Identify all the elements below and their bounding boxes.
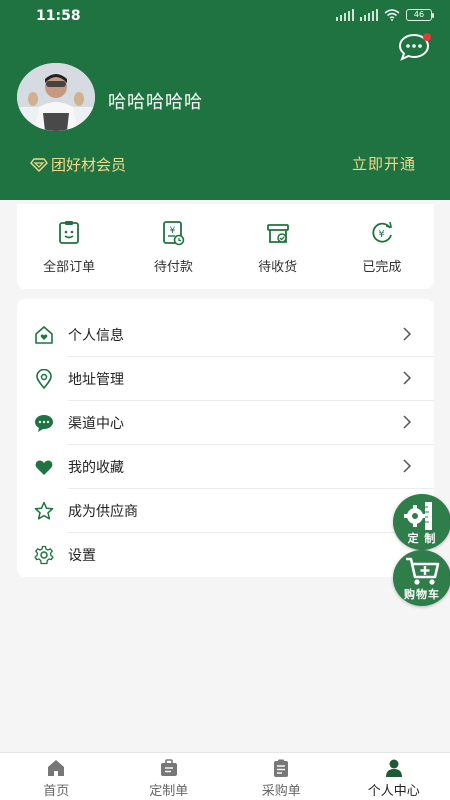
membership-text: 团好材会员 (51, 156, 127, 174)
orders-card: 全部订单 ¥ 待付款 待收货 ¥ 已完成 (17, 204, 434, 289)
chat-bubble-icon (35, 415, 53, 432)
status-bar: 11:58 46 (0, 0, 450, 34)
star-icon (34, 501, 54, 520)
wifi-icon (384, 9, 400, 21)
menu-card: 个人信息 地址管理 渠道中心 我的收藏 成为供应商 设置 (17, 299, 434, 577)
menu-item-channel[interactable]: 渠道中心 (17, 401, 434, 445)
cart-float-button[interactable]: 购物车 (393, 550, 450, 606)
clipboard-face-icon (59, 221, 80, 244)
chevron-right-icon (403, 327, 412, 341)
chevron-right-icon (403, 459, 412, 473)
order-unpaid-button[interactable]: ¥ 待付款 (121, 204, 225, 289)
menu-label: 渠道中心 (68, 416, 124, 432)
order-completed-button[interactable]: ¥ 已完成 (330, 204, 434, 289)
home-heart-icon (35, 326, 53, 344)
menu-item-personal-info[interactable]: 个人信息 (17, 313, 434, 357)
open-membership-button[interactable]: 立即开通 (352, 153, 416, 174)
order-to-receive-button[interactable]: 待收货 (226, 204, 330, 289)
cart-plus-icon (406, 557, 440, 585)
order-completed-label: 已完成 (362, 260, 402, 275)
chevron-right-icon (403, 415, 412, 429)
box-check-icon (266, 224, 289, 243)
signal-icon (336, 9, 354, 21)
gear-icon (34, 545, 54, 565)
customize-label: 定 制 (407, 532, 437, 545)
battery-icon: 46 (406, 9, 434, 21)
chevron-right-icon (403, 371, 412, 385)
order-all-label: 全部订单 (43, 260, 96, 275)
heart-icon (35, 460, 53, 475)
signal-icon-2 (360, 9, 378, 21)
notification-dot (423, 33, 431, 41)
menu-item-settings[interactable]: 设置 (17, 533, 434, 577)
tab-label: 首页 (43, 784, 70, 799)
clipboard-list-icon (274, 759, 289, 777)
profile-header: 11:58 46 哈哈哈哈哈 团好材会员 立即开通 (0, 0, 450, 200)
menu-item-address[interactable]: 地址管理 (17, 357, 434, 401)
cart-label: 购物车 (404, 588, 440, 601)
svg-text:¥: ¥ (170, 226, 176, 236)
customize-float-button[interactable]: 定 制 (393, 494, 450, 550)
tab-label: 采购单 (261, 784, 301, 799)
svg-text:¥: ¥ (378, 229, 384, 240)
order-to-receive-label: 待收货 (258, 260, 298, 275)
menu-label: 地址管理 (68, 372, 124, 388)
avatar[interactable] (17, 63, 95, 131)
membership-label: 团好材会员 (30, 154, 126, 175)
tab-purchase-orders[interactable]: 采购单 (225, 753, 338, 800)
tab-label: 定制单 (149, 784, 189, 799)
diamond-icon (30, 157, 48, 172)
bill-yen-icon: ¥ (163, 221, 185, 246)
menu-label: 我的收藏 (68, 460, 124, 476)
home-icon (48, 760, 65, 776)
menu-label: 成为供应商 (68, 504, 138, 520)
tab-custom-orders[interactable]: 定制单 (113, 753, 226, 800)
tab-bar: 首页 定制单 采购单 个人中心 (0, 752, 450, 800)
status-time: 11:58 (36, 8, 81, 24)
person-icon (385, 759, 402, 777)
order-unpaid-label: 待付款 (153, 260, 193, 275)
menu-label: 个人信息 (68, 328, 124, 344)
menu-label: 设置 (68, 548, 96, 564)
tab-home[interactable]: 首页 (0, 753, 113, 800)
order-all-button[interactable]: 全部订单 (17, 204, 121, 289)
tab-personal-center[interactable]: 个人中心 (338, 753, 450, 800)
menu-item-favorites[interactable]: 我的收藏 (17, 445, 434, 489)
status-icons: 46 (336, 9, 434, 21)
tab-label: 个人中心 (367, 784, 420, 799)
menu-item-supplier[interactable]: 成为供应商 (17, 489, 434, 533)
username: 哈哈哈哈哈 (108, 92, 203, 113)
yen-refresh-icon: ¥ (372, 221, 392, 243)
briefcase-icon (160, 759, 177, 776)
location-pin-icon (36, 369, 52, 389)
